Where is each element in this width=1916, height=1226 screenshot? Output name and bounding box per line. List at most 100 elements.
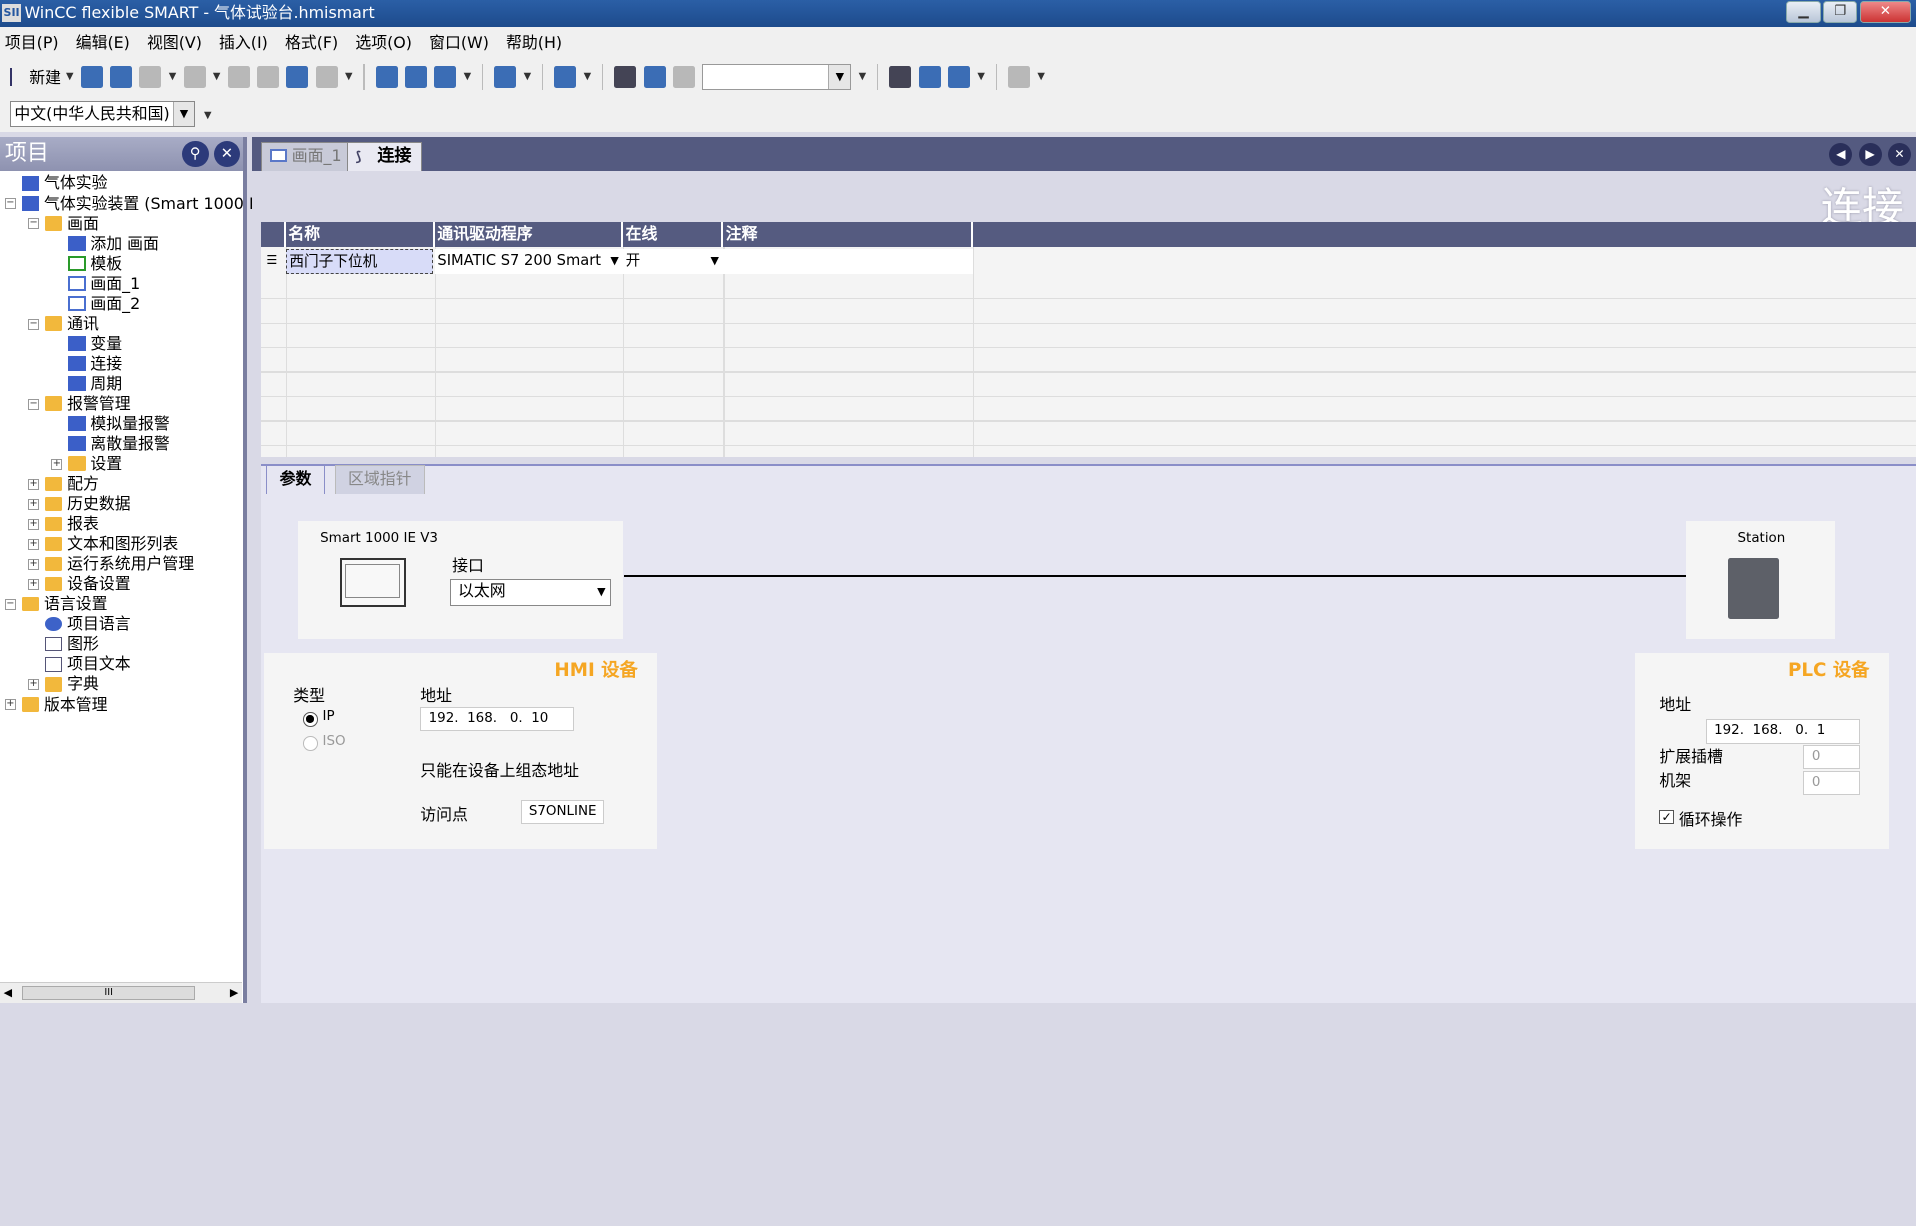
transfer-icon[interactable] bbox=[494, 65, 517, 88]
row-selector-icon[interactable]: ☰ bbox=[264, 249, 284, 273]
minimize-button[interactable]: ▁ bbox=[1786, 1, 1821, 24]
cell-online[interactable]: 开 ▼ bbox=[623, 249, 724, 274]
tree-item[interactable]: 报表 bbox=[45, 514, 99, 534]
close-button[interactable]: ✕ bbox=[1859, 1, 1912, 24]
interface-select[interactable]: 以太网 ▼ bbox=[449, 578, 611, 606]
tree-toggle[interactable]: − bbox=[4, 198, 16, 210]
tree-item[interactable]: 离散量报警 bbox=[68, 434, 170, 454]
tab-area-pointer[interactable]: 区域指针 bbox=[334, 465, 425, 495]
cell-name[interactable]: 西门子下位机 bbox=[285, 249, 433, 274]
undo-icon[interactable] bbox=[139, 65, 162, 88]
hmi-ip-field[interactable]: 192. 168. 0. 10 bbox=[420, 707, 575, 732]
tree-item[interactable]: 画面_1 bbox=[68, 274, 140, 294]
tree-item[interactable]: 周期 bbox=[68, 374, 122, 394]
tree-item[interactable]: 添加 画面 bbox=[68, 234, 159, 254]
tab-prev-icon[interactable]: ◀ bbox=[1829, 142, 1853, 167]
menu-edit[interactable]: 编辑(E) bbox=[76, 30, 130, 53]
tab-next-icon[interactable]: ▶ bbox=[1858, 142, 1882, 167]
cell-driver[interactable]: SIMATIC S7 200 Smart ▼ bbox=[434, 249, 624, 274]
menu-view[interactable]: 视图(V) bbox=[147, 30, 202, 53]
menu-insert[interactable]: 插入(I) bbox=[219, 30, 268, 53]
tree-toggle[interactable]: − bbox=[28, 218, 40, 230]
find-icon[interactable] bbox=[614, 65, 637, 88]
column-header-name[interactable]: 名称 bbox=[285, 222, 435, 247]
tree-item[interactable]: 图形 bbox=[45, 634, 99, 654]
cross-reference-icon[interactable] bbox=[672, 65, 695, 88]
rack-field[interactable]: 0 bbox=[1803, 770, 1860, 795]
tree-item[interactable]: 项目语言 bbox=[45, 614, 131, 634]
menu-format[interactable]: 格式(F) bbox=[285, 30, 338, 53]
delete-icon[interactable] bbox=[227, 65, 250, 88]
column-header-online[interactable]: 在线 bbox=[623, 222, 724, 247]
column-header-comment[interactable]: 注释 bbox=[723, 222, 973, 247]
replace-icon[interactable] bbox=[643, 65, 666, 88]
context-help-icon[interactable] bbox=[948, 65, 970, 88]
menu-window[interactable]: 窗口(W) bbox=[429, 30, 489, 53]
help-icon[interactable] bbox=[918, 65, 941, 88]
tree-item[interactable]: 变量 bbox=[68, 334, 122, 354]
tree-item[interactable]: 模拟量报警 bbox=[68, 414, 170, 434]
slot-field[interactable]: 0 bbox=[1803, 744, 1860, 770]
tree-item[interactable]: 设备设置 bbox=[45, 574, 131, 594]
type-ip-radio[interactable] bbox=[303, 711, 318, 727]
compile-icon[interactable] bbox=[404, 65, 427, 88]
tree-item[interactable]: 版本管理 bbox=[21, 695, 107, 715]
window-layout-icon[interactable] bbox=[1008, 65, 1030, 88]
plc-ip-field[interactable]: 192. 168. 0. 1 bbox=[1705, 719, 1860, 744]
paste-icon[interactable] bbox=[315, 65, 338, 88]
tree-toggle[interactable]: + bbox=[51, 459, 63, 470]
tree-toggle[interactable]: + bbox=[28, 579, 40, 591]
maximize-button[interactable]: ❐ bbox=[1823, 1, 1858, 24]
tree-item[interactable]: 画面_2 bbox=[68, 294, 140, 314]
library-icon[interactable] bbox=[889, 65, 912, 88]
tree-toggle[interactable]: − bbox=[4, 599, 16, 611]
cut-icon[interactable] bbox=[257, 65, 280, 88]
tree-item[interactable]: 画面 bbox=[45, 214, 99, 234]
check-consistency-icon[interactable] bbox=[375, 65, 398, 88]
redo-icon[interactable] bbox=[183, 65, 206, 88]
tree-toggle[interactable]: + bbox=[28, 479, 40, 490]
menu-help[interactable]: 帮助(H) bbox=[506, 30, 562, 53]
open-icon[interactable] bbox=[80, 65, 103, 88]
tree-item[interactable]: 气体实验 bbox=[21, 173, 107, 193]
tree-item[interactable]: 字典 bbox=[45, 674, 99, 694]
tree-item[interactable]: 历史数据 bbox=[45, 494, 131, 514]
horizontal-scrollbar[interactable]: ◀ III ▶ bbox=[0, 982, 242, 1004]
copy-icon[interactable] bbox=[286, 65, 309, 88]
pin-icon[interactable]: ⚲ bbox=[181, 140, 209, 168]
tree-item[interactable]: 配方 bbox=[45, 474, 99, 494]
scrollbar-thumb[interactable]: III bbox=[21, 985, 196, 1001]
new-button[interactable]: 新建 ▼ bbox=[9, 65, 73, 88]
column-header-driver[interactable]: 通讯驱动程序 bbox=[434, 222, 624, 247]
tree-item[interactable]: 语言设置 bbox=[21, 594, 107, 614]
tree-toggle[interactable]: + bbox=[28, 679, 40, 691]
save-icon[interactable] bbox=[110, 65, 133, 88]
cell-comment[interactable] bbox=[723, 249, 973, 274]
tree-item[interactable]: 报警管理 bbox=[45, 394, 131, 414]
tree-item[interactable]: 文本和图形列表 bbox=[45, 534, 178, 554]
tree-toggle[interactable]: − bbox=[28, 398, 40, 410]
toolbar-combo[interactable]: ▼ bbox=[702, 63, 852, 91]
tree-item[interactable]: 运行系统用户管理 bbox=[45, 554, 194, 574]
tree-toggle[interactable]: + bbox=[28, 499, 40, 510]
close-editor-icon[interactable]: ✕ bbox=[1887, 142, 1912, 167]
cyclic-checkbox[interactable]: ✓ bbox=[1659, 809, 1674, 825]
tree-item[interactable]: 连接 bbox=[68, 354, 122, 374]
language-select[interactable]: 中文(中华人民共和国) ▼ bbox=[9, 101, 196, 128]
tree-item[interactable]: 气体实验装置 (Smart 1000 IE bbox=[21, 194, 264, 214]
runtime-icon[interactable] bbox=[434, 65, 457, 88]
tree-toggle[interactable]: + bbox=[28, 539, 40, 551]
tab-connection[interactable]: ⟆ 连接 bbox=[347, 141, 423, 172]
tree-item[interactable]: 模板 bbox=[68, 254, 122, 274]
tree-toggle[interactable]: + bbox=[4, 699, 16, 711]
tree-toggle[interactable]: + bbox=[28, 559, 40, 571]
close-icon[interactable]: ✕ bbox=[213, 140, 241, 168]
type-iso-radio[interactable] bbox=[303, 736, 318, 751]
access-point-field[interactable]: S7ONLINE bbox=[520, 799, 604, 825]
menu-options[interactable]: 选项(O) bbox=[355, 30, 412, 53]
tree-item[interactable]: 项目文本 bbox=[45, 654, 131, 674]
tab-screen-1[interactable]: 画面_1 bbox=[261, 141, 353, 172]
tree-toggle[interactable]: − bbox=[28, 318, 40, 330]
objects-icon[interactable] bbox=[554, 65, 577, 88]
tree-item[interactable]: 通讯 bbox=[45, 314, 99, 334]
